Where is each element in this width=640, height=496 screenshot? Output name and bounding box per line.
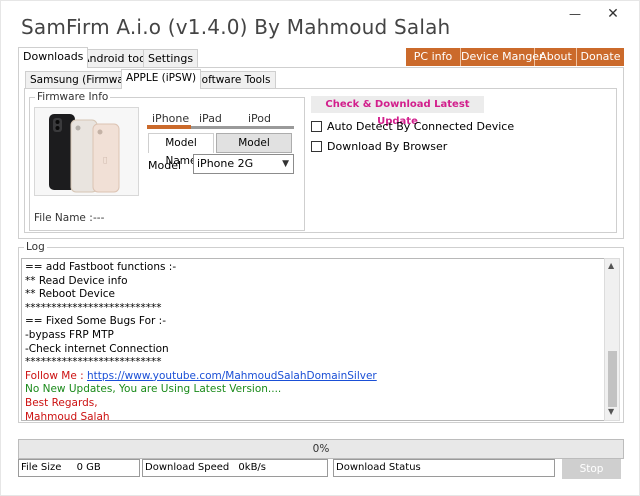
check-download-button[interactable]: Check & Download Latest Update <box>311 96 484 127</box>
tab-apple-ipsw[interactable]: APPLE (iPSW) <box>121 69 202 89</box>
auto-detect-row[interactable]: Auto Detect By Connected Device <box>311 120 514 133</box>
log-scrollbar[interactable]: ▲ ▼ <box>604 258 620 421</box>
download-browser-row[interactable]: Download By Browser <box>311 140 447 153</box>
log-line-text: == Fixed Some Bugs For :- <box>25 315 166 328</box>
log-line: == add Fastboot functions :- <box>25 261 176 273</box>
download-status-label: Download Status <box>336 462 421 473</box>
download-progress-bar: 0% <box>18 439 624 459</box>
log-line-text: Best Regards, <box>25 397 98 409</box>
tab-software-tools[interactable]: Software Tools <box>190 71 276 88</box>
log-line: ** Read Device info <box>25 275 128 287</box>
file-size-box: File Size 0 GB <box>18 459 140 477</box>
top-menu-bar: PC info Device Manger About Donate <box>406 48 624 66</box>
menu-donate[interactable]: Donate <box>577 48 624 66</box>
window-title: SamFirm A.i.o (v1.4.0) By Mahmoud Salah <box>21 15 451 39</box>
download-speed-value: 0kB/s <box>238 462 267 473</box>
model-number-tab[interactable]: Model Number <box>216 133 292 167</box>
download-status-box: Download Status <box>333 459 555 477</box>
file-name-label: File Name : <box>34 212 93 224</box>
log-line-text: ************************** <box>25 301 162 314</box>
log-line: ** Reboot Device <box>25 288 115 300</box>
scroll-down-icon[interactable]: ▼ <box>608 407 614 416</box>
auto-detect-label: Auto Detect By Connected Device <box>327 120 515 133</box>
device-tab-ipod[interactable]: iPod <box>248 112 271 125</box>
scroll-up-icon[interactable]: ▲ <box>608 261 614 270</box>
menu-device-manager[interactable]: Device Manger <box>461 48 544 66</box>
youtube-link[interactable]: https://www.youtube.com/MahmoudSalahDoma… <box>87 370 377 382</box>
stop-button[interactable]: Stop <box>562 459 621 479</box>
iphone-devices-icon:  <box>35 108 138 195</box>
model-name-tab[interactable]: Model Name <box>148 133 214 167</box>
svg-text::  <box>103 156 107 164</box>
file-size-label: File Size <box>21 462 62 473</box>
title-bar: SamFirm A.i.o (v1.4.0) By Mahmoud Salah … <box>1 1 639 43</box>
chevron-down-icon: ▼ <box>282 159 289 169</box>
model-label: Model <box>148 159 182 172</box>
log-line: Follow Me : https://www.youtube.com/Mahm… <box>25 370 377 382</box>
log-line: -bypass FRP MTP <box>25 329 114 341</box>
iphone-image:  <box>34 107 139 196</box>
menu-pc-info[interactable]: PC info <box>406 48 461 66</box>
log-legend: Log <box>24 241 47 253</box>
log-line-text: Follow Me : <box>25 369 88 382</box>
download-browser-checkbox[interactable] <box>311 141 322 152</box>
log-textarea[interactable]: == add Fastboot functions :- ** Read Devi… <box>21 258 606 421</box>
log-line-text: No New Updates, You are Using Latest Ver… <box>25 383 282 396</box>
close-icon[interactable]: ✕ <box>605 7 621 21</box>
menu-about[interactable]: About <box>535 48 577 66</box>
firmware-info-legend: Firmware Info <box>35 91 111 103</box>
log-line-text: -Check internet Connection <box>25 342 169 355</box>
model-select[interactable]: iPhone 2G ▼ <box>193 154 294 174</box>
log-line: Best Regards, <box>25 397 98 409</box>
minimize-icon[interactable]: — <box>567 7 583 21</box>
log-line: Mahmoud Salah <box>25 410 110 421</box>
log-line-text: ** Read Device info <box>25 274 128 287</box>
tab-settings[interactable]: Settings <box>143 49 199 67</box>
file-name-value: --- <box>93 212 105 224</box>
scroll-thumb[interactable] <box>608 351 617 407</box>
app-window: SamFirm A.i.o (v1.4.0) By Mahmoud Salah … <box>0 0 640 496</box>
log-line: ************************** <box>25 302 162 314</box>
log-line: == Fixed Some Bugs For :- <box>25 315 166 327</box>
log-line-text: ************************** <box>25 356 162 369</box>
auto-detect-checkbox[interactable] <box>311 121 322 132</box>
tab-downloads[interactable]: Downloads <box>18 47 89 68</box>
log-line-text: Mahmoud Salah <box>25 410 110 421</box>
device-tab-ipad[interactable]: iPad <box>199 112 222 125</box>
download-browser-label: Download By Browser <box>327 140 448 153</box>
log-line-text: == add Fastboot functions :- <box>25 261 177 273</box>
download-speed-box: Download Speed 0kB/s <box>142 459 328 477</box>
download-speed-label: Download Speed <box>145 462 230 473</box>
log-line: No New Updates, You are Using Latest Ver… <box>25 383 281 395</box>
log-line: ************************** <box>25 356 162 368</box>
model-select-value: iPhone 2G <box>197 157 254 170</box>
log-line: -Check internet Connection <box>25 343 169 355</box>
file-size-value: 0 GB <box>76 462 101 473</box>
log-line-text: -bypass FRP MTP <box>25 329 114 341</box>
log-line-text: ** Reboot Device <box>25 288 115 301</box>
device-tab-indicator <box>147 125 191 129</box>
device-tab-iphone[interactable]: iPhone <box>152 112 189 125</box>
